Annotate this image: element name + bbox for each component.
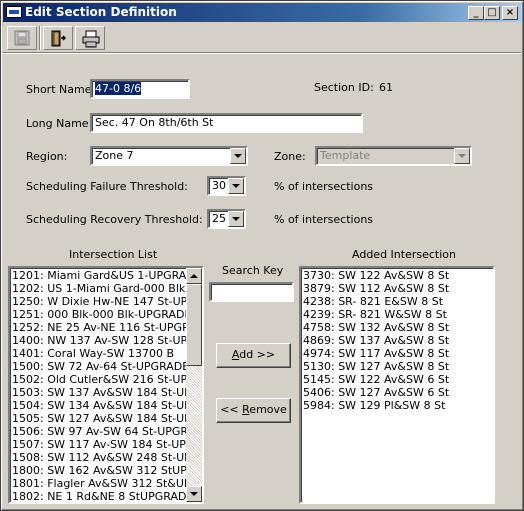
list-item[interactable]: 1201: Miami Gard&US 1-UPGRADE — [10, 269, 186, 282]
short-name-label: Short Name: — [26, 83, 96, 96]
recovery-threshold-suffix: % of intersections — [274, 213, 374, 226]
zone-select[interactable]: Template — [315, 146, 472, 166]
chevron-down-icon — [454, 148, 470, 164]
list-item[interactable]: 1202: US 1-Miami Gard-000 Blk — [10, 282, 186, 295]
intersection-scrollbar[interactable] — [186, 268, 202, 502]
search-key-input[interactable] — [209, 282, 294, 302]
list-item[interactable]: 1508: SW 112 Av&SW 248 St-UPGF — [10, 451, 186, 464]
list-item[interactable]: 1507: SW 117 Av-SW 184 St-UPGR — [10, 438, 186, 451]
list-item[interactable]: 1504: SW 134 Av&SW 184 St-UPGF — [10, 399, 186, 412]
save-button[interactable] — [7, 26, 37, 50]
region-select[interactable]: Zone 7 — [90, 146, 248, 166]
list-item[interactable]: 4869: SW 137 Av&SW 8 St — [301, 334, 491, 347]
section-id-value: 61 — [379, 81, 393, 94]
edit-section-window: Edit Section Definition _ □ × Short Name… — [0, 0, 524, 511]
added-rows: 3730: SW 122 Av&SW 8 St 3879: SW 112 Av&S… — [301, 269, 491, 412]
zone-label: Zone: — [274, 150, 306, 163]
failure-threshold-suffix: % of intersections — [274, 180, 374, 193]
list-item[interactable]: 1401: Coral Way-SW 13700 B — [10, 347, 186, 360]
scroll-down-icon[interactable] — [186, 486, 202, 502]
remove-button-prefix: << — [220, 403, 243, 416]
long-name-value: Sec. 47 On 8th/6th St — [95, 116, 214, 129]
remove-button-label: emove — [249, 403, 287, 416]
app-icon — [6, 6, 22, 18]
list-item[interactable]: 3730: SW 122 Av&SW 8 St — [301, 269, 491, 282]
list-item[interactable]: 1400: NW 137 Av-SW 128 St-UPGF — [10, 334, 186, 347]
minimize-button[interactable]: _ — [468, 6, 484, 20]
list-item[interactable]: 3879: SW 112 Av&SW 8 St — [301, 282, 491, 295]
title-bar[interactable]: Edit Section Definition _ □ × — [3, 3, 521, 22]
chevron-down-icon[interactable] — [228, 178, 244, 194]
intersection-listbox[interactable]: 1201: Miami Gard&US 1-UPGRADE 1202: US 1-… — [8, 266, 204, 504]
list-item[interactable]: 5406: SW 127 Av&SW 6 St — [301, 386, 491, 399]
maximize-button[interactable]: □ — [484, 6, 500, 20]
list-item[interactable]: 4758: SW 132 Av&SW 8 St — [301, 321, 491, 334]
chevron-down-icon[interactable] — [230, 148, 246, 164]
failure-threshold-label: Scheduling Failure Threshold: — [26, 180, 188, 193]
list-item[interactable]: 5145: SW 122 Av&SW 6 St — [301, 373, 491, 386]
section-id-label: Section ID: — [314, 81, 374, 94]
list-item[interactable]: 1503: SW 137 Av&SW 184 St-UPGF — [10, 386, 186, 399]
failure-threshold-value: 30 — [212, 179, 226, 192]
list-item[interactable]: 1250: W Dixie Hw-NE 147 St-UPGR — [10, 295, 186, 308]
close-button[interactable]: × — [502, 6, 518, 20]
list-item[interactable]: 4974: SW 117 Av&SW 8 St — [301, 347, 491, 360]
list-item[interactable]: 4239: SR- 821 W&SW 8 St — [301, 308, 491, 321]
list-item[interactable]: 5130: SW 127 Av&SW 8 St — [301, 360, 491, 373]
exit-door-icon — [51, 30, 67, 47]
added-intersection-title: Added Intersection — [352, 248, 456, 261]
list-item[interactable]: 1251: 000 Blk-000 Blk-UPGRADE — [10, 308, 186, 321]
list-item[interactable]: 1502: Old Cutler&SW 216 St-UPGRA — [10, 373, 186, 386]
add-button[interactable]: Add >> — [216, 343, 291, 368]
added-intersection-listbox[interactable]: 3730: SW 122 Av&SW 8 St 3879: SW 112 Av&S… — [299, 266, 495, 504]
print-button[interactable] — [75, 26, 105, 50]
list-item[interactable]: 1802: NE 1 Rd&NE 8 StUPGRADE — [10, 490, 186, 502]
window-title: Edit Section Definition — [25, 5, 177, 19]
list-item[interactable]: 1800: SW 162 Av&SW 312 StUPGR — [10, 464, 186, 477]
exit-button[interactable] — [43, 26, 73, 50]
scroll-thumb[interactable] — [186, 284, 202, 366]
scroll-up-icon[interactable] — [186, 268, 202, 284]
failure-threshold-select[interactable]: 30 — [207, 176, 246, 196]
toolbar-separator — [39, 26, 41, 50]
short-name-value: 47-0 8/6 — [95, 82, 142, 95]
recovery-threshold-select[interactable]: 25 — [207, 209, 246, 229]
list-item[interactable]: 1505: SW 127 Av&SW 184 St-UPGF — [10, 412, 186, 425]
long-name-label: Long Name: — [26, 117, 93, 130]
recovery-threshold-value: 25 — [212, 212, 226, 225]
list-item[interactable]: 1500: SW 72 Av-64 St-UPGRADE — [10, 360, 186, 373]
region-value: Zone 7 — [95, 149, 134, 162]
recovery-threshold-label: Scheduling Recovery Threshold: — [26, 213, 203, 226]
intersection-rows: 1201: Miami Gard&US 1-UPGRADE 1202: US 1-… — [10, 269, 186, 502]
toolbar — [3, 23, 521, 53]
short-name-input[interactable]: 47-0 8/6 — [90, 79, 190, 99]
intersection-list-title: Intersection List — [69, 248, 158, 261]
search-key-label: Search Key — [222, 264, 284, 277]
chevron-down-icon[interactable] — [228, 211, 244, 227]
long-name-input[interactable]: Sec. 47 On 8th/6th St — [90, 113, 363, 133]
list-item[interactable]: 5984: SW 129 Pl&SW 8 St — [301, 399, 491, 412]
list-item[interactable]: 4238: SR- 821 E&SW 8 St — [301, 295, 491, 308]
add-button-label: dd >> — [239, 348, 276, 361]
floppy-disk-icon — [14, 30, 30, 46]
zone-value: Template — [320, 149, 371, 162]
printer-icon — [82, 30, 100, 48]
region-label: Region: — [26, 150, 68, 163]
list-item[interactable]: 1252: NE 25 Av-NE 116 St-UPGRAD — [10, 321, 186, 334]
list-item[interactable]: 1801: Flagler Av&SW 312 St&UPGR. — [10, 477, 186, 490]
list-item[interactable]: 1506: SW 97 Av-SW 64 St-UPGRAD — [10, 425, 186, 438]
remove-button[interactable]: << Remove — [216, 398, 291, 423]
